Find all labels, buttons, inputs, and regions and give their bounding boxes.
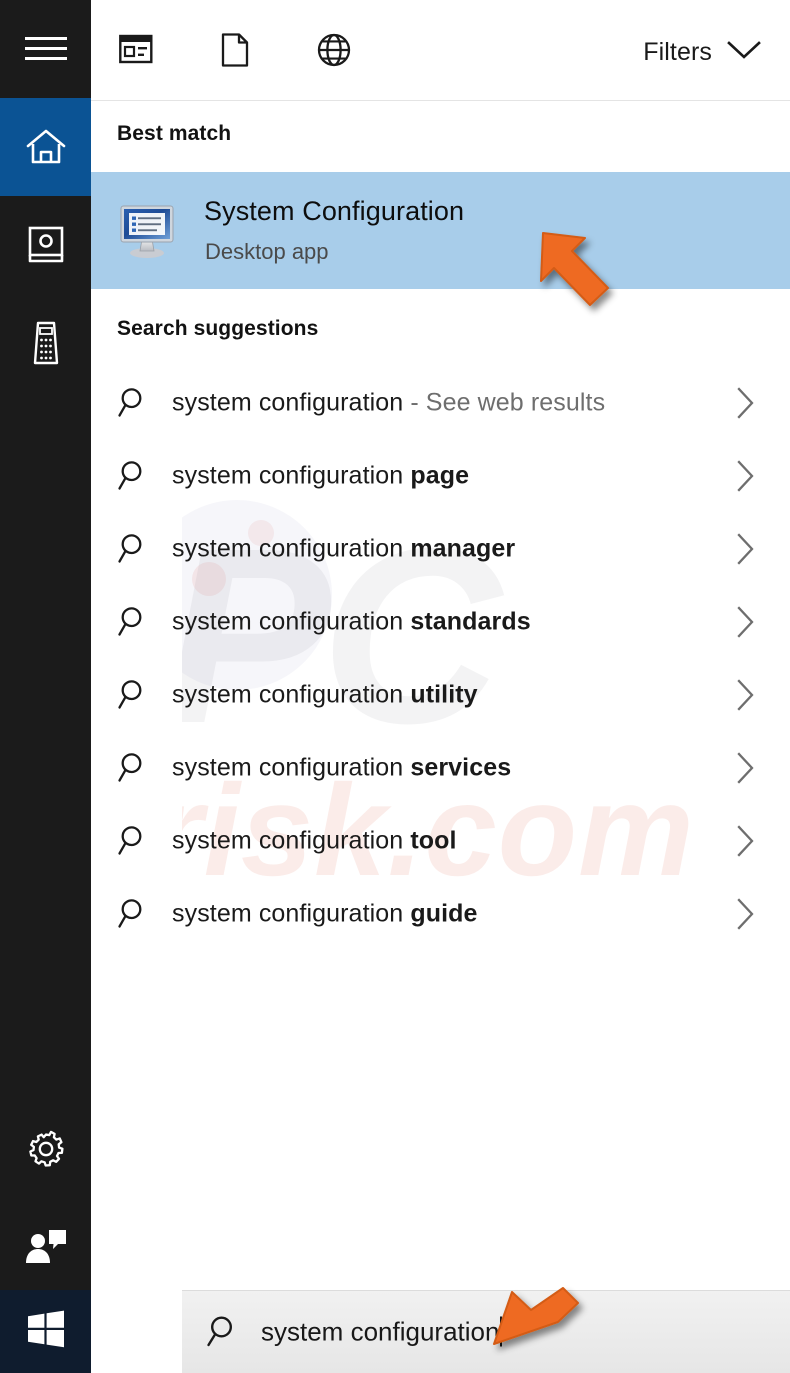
suggestion-query: system configuration <box>172 388 403 416</box>
calculator-icon <box>32 321 60 365</box>
chevron-right-icon[interactable] <box>735 678 757 712</box>
search-magnifier-icon <box>117 386 151 420</box>
suggestion-bold-term: guide <box>410 899 477 927</box>
system-configuration-monitor-icon <box>116 199 178 261</box>
suggestion-query: system configuration <box>172 680 410 708</box>
left-sidebar <box>0 0 91 1373</box>
suggestion-text: system configuration page <box>172 461 469 490</box>
hamburger-menu-icon <box>25 34 67 64</box>
suggestion-item[interactable]: system configuration tool <box>91 804 790 877</box>
suggestion-item[interactable]: system configuration manager <box>91 512 790 585</box>
filter-toolbar: Filters <box>91 0 790 101</box>
suggestion-suffix: - See web results <box>403 388 605 416</box>
suggestion-bold-term: services <box>410 753 511 781</box>
search-magnifier-icon <box>117 605 151 639</box>
suggestion-text: system configuration utility <box>172 680 478 709</box>
search-results-panel: PC risk.com <box>91 0 790 1373</box>
start-button[interactable] <box>0 1290 91 1373</box>
suggestion-item[interactable]: system configuration guide <box>91 877 790 950</box>
chevron-right-icon[interactable] <box>735 605 757 639</box>
sidebar-item-devices[interactable] <box>0 294 91 392</box>
text-caret <box>500 1317 502 1347</box>
globe-web-icon <box>317 33 351 72</box>
chevron-right-icon[interactable] <box>735 751 757 785</box>
suggestion-query: system configuration <box>172 534 410 562</box>
chevron-right-icon[interactable] <box>735 386 757 420</box>
search-input-value: system configuration <box>261 1317 499 1347</box>
suggestion-bold-term: utility <box>410 680 477 708</box>
search-magnifier-icon <box>206 1314 242 1350</box>
best-match-title: System Configuration <box>204 196 464 227</box>
filters-button[interactable]: Filters <box>643 30 762 74</box>
suggestion-bold-term: page <box>410 461 469 489</box>
filters-label: Filters <box>643 38 712 67</box>
sidebar-item-feedback[interactable] <box>0 1198 91 1296</box>
best-match-heading: Best match <box>117 122 231 146</box>
suggestion-query: system configuration <box>172 826 410 854</box>
suggestion-bold-term: manager <box>410 534 515 562</box>
sidebar-item-notebook[interactable] <box>0 196 91 294</box>
search-magnifier-icon <box>117 678 151 712</box>
suggestion-query: system configuration <box>172 607 410 635</box>
chevron-right-icon[interactable] <box>735 897 757 931</box>
search-magnifier-icon <box>117 532 151 566</box>
toolbar-web-button[interactable] <box>312 30 356 74</box>
chevron-down-icon <box>726 39 762 66</box>
sidebar-item-hamburger[interactable] <box>0 0 91 98</box>
sidebar-item-home[interactable] <box>0 98 91 196</box>
apps-window-icon <box>119 34 153 71</box>
windows-logo-icon <box>26 1309 66 1354</box>
search-magnifier-icon <box>117 824 151 858</box>
document-page-icon <box>221 33 249 72</box>
suggestion-text: system configuration manager <box>172 534 515 563</box>
search-magnifier-icon <box>117 459 151 493</box>
chevron-right-icon[interactable] <box>735 532 757 566</box>
taskbar-search-box[interactable]: system configuration <box>182 1290 790 1373</box>
search-suggestions-heading: Search suggestions <box>117 317 318 341</box>
suggestion-item[interactable]: system configuration standards <box>91 585 790 658</box>
suggestion-text: system configuration tool <box>172 826 457 855</box>
suggestion-query: system configuration <box>172 899 410 927</box>
suggestion-item[interactable]: system configuration - See web results <box>91 366 790 439</box>
feedback-person-icon <box>24 1229 68 1265</box>
search-magnifier-icon <box>117 751 151 785</box>
toolbar-documents-button[interactable] <box>213 30 257 74</box>
suggestion-bold-term: standards <box>410 607 530 635</box>
chevron-right-icon[interactable] <box>735 824 757 858</box>
notebook-icon <box>27 225 65 265</box>
windows-search-panel: PC risk.com <box>0 0 790 1373</box>
search-magnifier-icon <box>117 897 151 931</box>
suggestion-query: system configuration <box>172 461 410 489</box>
best-match-subtitle: Desktop app <box>205 239 329 265</box>
suggestion-bold-term: tool <box>410 826 456 854</box>
suggestion-text: system configuration guide <box>172 899 478 928</box>
toolbar-apps-button[interactable] <box>114 30 158 74</box>
home-icon <box>25 127 67 167</box>
chevron-right-icon[interactable] <box>735 459 757 493</box>
best-match-result[interactable]: System Configuration Desktop app <box>91 172 790 289</box>
suggestion-item[interactable]: system configuration utility <box>91 658 790 731</box>
search-suggestions-list: system configuration - See web resultssy… <box>91 366 790 950</box>
sidebar-item-settings[interactable] <box>0 1100 91 1198</box>
search-input[interactable]: system configuration <box>261 1317 502 1348</box>
gear-icon <box>25 1128 67 1170</box>
suggestion-query: system configuration <box>172 753 410 781</box>
suggestion-item[interactable]: system configuration services <box>91 731 790 804</box>
suggestion-text: system configuration - See web results <box>172 388 605 417</box>
suggestion-text: system configuration services <box>172 753 511 782</box>
suggestion-text: system configuration standards <box>172 607 531 636</box>
suggestion-item[interactable]: system configuration page <box>91 439 790 512</box>
